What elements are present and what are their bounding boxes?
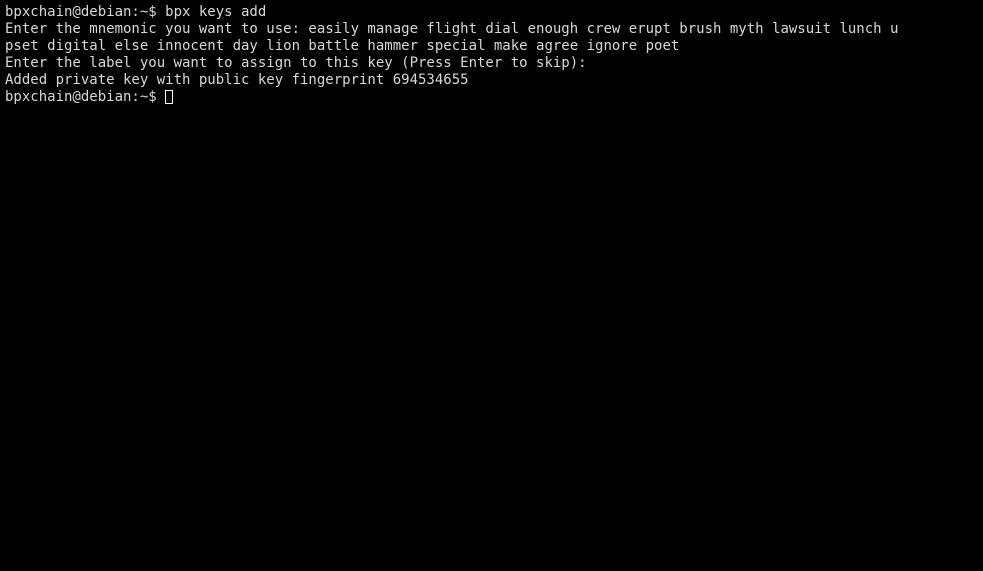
terminal-line-mnemonic-prompt-1: Enter the mnemonic you want to use: easi…	[5, 21, 983, 38]
terminal-line-mnemonic-prompt-2: pset digital else innocent day lion batt…	[5, 38, 983, 55]
terminal-line-command: bpxchain@debian:~$ bpx keys add	[5, 4, 983, 21]
terminal-line-text: pset digital else innocent day lion batt…	[5, 38, 680, 54]
text-cursor[interactable]	[165, 90, 174, 104]
terminal-line-active-prompt[interactable]: bpxchain@debian:~$	[5, 89, 983, 106]
terminal-line-text: Enter the mnemonic you want to use: easi…	[5, 21, 899, 37]
terminal-line-text: bpxchain@debian:~$ bpx keys add	[5, 4, 267, 20]
shell-prompt: bpxchain@debian:~$	[5, 89, 166, 105]
terminal-line-label-prompt: Enter the label you want to assign to th…	[5, 55, 983, 72]
terminal-line-result: Added private key with public key finger…	[5, 72, 983, 89]
terminal-line-text: Enter the label you want to assign to th…	[5, 55, 587, 71]
terminal-window[interactable]: bpxchain@debian:~$ bpx keys add Enter th…	[0, 0, 983, 571]
terminal-line-text: Added private key with public key finger…	[5, 72, 469, 88]
